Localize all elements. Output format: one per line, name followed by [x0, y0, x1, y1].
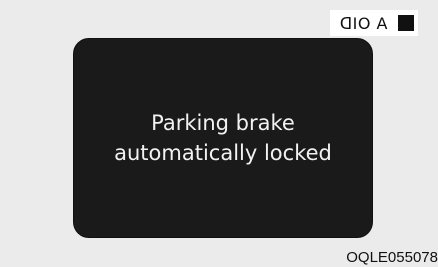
- reference-code: OQLE055078: [346, 249, 438, 266]
- corner-label-text: ᗡIO A: [339, 13, 388, 33]
- filled-square-icon: [398, 15, 414, 31]
- message-line-2: automatically locked: [114, 141, 332, 165]
- cluster-display-screen: Parking brake automatically locked: [73, 38, 373, 238]
- corner-label: ᗡIO A: [329, 10, 418, 36]
- message-line-1: Parking brake: [151, 111, 295, 135]
